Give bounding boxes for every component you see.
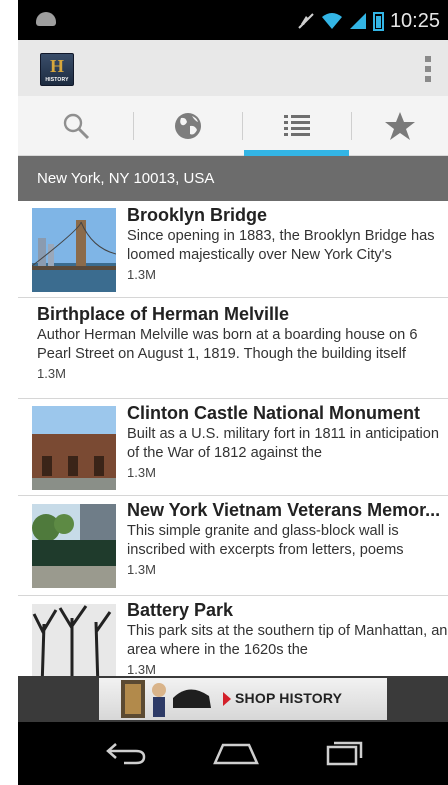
place-description: This park sits at the southern tip of Ma… [127,623,448,658]
list-item-herman-melville[interactable]: Birthplace of Herman Melville Author Her… [18,298,448,399]
ad-arrow-icon [223,692,231,706]
places-list[interactable]: Brooklyn Bridge Since opening in 1883, t… [18,201,448,676]
shop-history-ad[interactable]: SHOP HISTORY [99,678,387,720]
globe-icon [174,113,201,139]
place-title: Battery Park [127,600,234,620]
tab-search[interactable] [18,96,133,156]
logo-subtext: HISTORY [45,77,69,83]
place-thumbnail [32,208,116,292]
place-distance: 1.3M [37,366,66,381]
place-distance: 1.3M [127,562,156,577]
star-icon [384,112,415,140]
mute-icon [298,13,314,29]
list-item-body: Birthplace of Herman Melville Author Her… [37,302,448,383]
list-item-battery-park[interactable]: Battery Park This park sits at the south… [18,596,448,676]
place-thumbnail [32,604,116,676]
list-item-body: New York Vietnam Veterans Memor... This … [127,498,448,579]
location-header: New York, NY 10013, USA [18,156,448,201]
list-icon [283,115,310,136]
wifi-icon [321,13,342,29]
recent-apps-button[interactable] [314,732,374,774]
back-button[interactable] [96,732,156,774]
place-title: Birthplace of Herman Melville [37,304,290,324]
ad-text: SHOP HISTORY [235,690,343,706]
logo-letter: H [49,56,64,76]
list-item-body: Clinton Castle National Monument Built a… [127,401,448,482]
place-distance: 1.3M [127,465,156,480]
place-title: New York Vietnam Veterans Memor... [127,500,441,520]
list-item-body: Battery Park This park sits at the south… [127,598,448,676]
list-item-body: Brooklyn Bridge Since opening in 1883, t… [127,203,448,284]
list-item-vietnam-memorial[interactable]: New York Vietnam Veterans Memor... This … [18,496,448,596]
overflow-menu-icon[interactable] [424,56,432,82]
recent-apps-icon [326,741,363,766]
action-bar: H HISTORY [18,40,448,96]
search-icon [63,113,89,140]
ad-bar: SHOP HISTORY [18,676,448,722]
home-button[interactable] [206,732,266,774]
place-title: Brooklyn Bridge [127,205,268,225]
clock-time: 10:25 [389,9,440,32]
place-description: Since opening in 1883, the Brooklyn Brid… [127,228,435,263]
system-nav-bar [18,722,448,785]
place-distance: 1.3M [127,267,156,282]
place-title: Clinton Castle National Monument [127,403,421,423]
place-distance: 1.3M [127,662,156,676]
place-description: Built as a U.S. military fort in 1811 in… [127,426,440,461]
status-bar: 10:25 [18,0,448,40]
home-icon [213,743,259,765]
android-icon [36,12,56,26]
tab-favorites[interactable] [351,96,448,156]
history-logo[interactable]: H HISTORY [40,53,74,86]
back-icon [106,743,146,765]
list-item-brooklyn-bridge[interactable]: Brooklyn Bridge Since opening in 1883, t… [18,201,448,298]
place-description: Author Herman Melville was born at a boa… [37,327,418,362]
tab-map[interactable] [133,96,242,156]
tab-list[interactable] [242,96,351,156]
place-description: This simple granite and glass-block wall… [127,523,404,558]
signal-icon [349,13,366,29]
battery-icon [372,11,384,31]
app-screen: 10:25 H HISTORY New York, NY 10013, USA … [18,0,448,785]
merchandise-image [121,680,211,718]
status-icons: 10:25 [297,8,440,34]
list-item-clinton-castle[interactable]: Clinton Castle National Monument Built a… [18,399,448,496]
place-thumbnail [32,504,116,588]
place-thumbnail [32,406,116,490]
tab-bar [18,96,448,156]
